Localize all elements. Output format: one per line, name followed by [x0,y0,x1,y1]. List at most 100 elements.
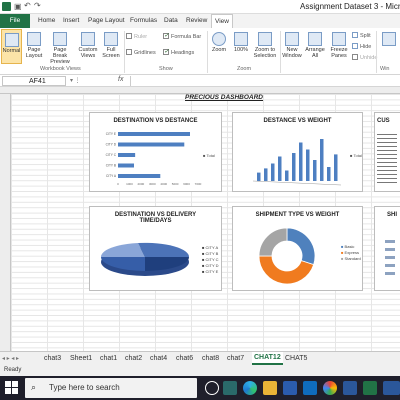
switch-windows-icon[interactable] [382,32,396,46]
task-view-icon[interactable] [223,381,237,395]
legend: ■ Basic ■ Express ■ Standard [341,244,361,262]
sheet-tab[interactable]: chat7 [227,355,244,362]
sheet-tab[interactable]: chat4 [150,355,167,362]
column [264,168,268,181]
headings-checkbox[interactable]: Headings [163,48,195,56]
group-workbook-views: Workbook Views [40,66,81,72]
tab-review[interactable]: Review [186,17,207,24]
chart-title: DESTINATION VS DESTANCE [113,118,198,124]
undo-icon[interactable]: ↶ [24,1,31,10]
chart-distance-weight[interactable]: DESTANCE VS WEIGHT ■ Total [232,112,363,192]
taskbar-search[interactable]: ⌕ Type here to search [25,378,197,398]
unhide-label: Unhide [360,55,378,61]
normal-view-button[interactable]: Normal [1,29,22,64]
file-explorer-icon[interactable] [263,381,277,395]
chart-title: CUS [377,118,390,124]
zoom-100-icon [234,32,248,46]
store-icon[interactable] [283,381,297,395]
zoom-selection-button[interactable]: Zoom to Selection [252,32,278,59]
zoom-selection-icon [258,32,272,46]
category-label: CITY A [106,174,117,178]
chart-destination-delivery[interactable]: DESTINATION VS DELIVERY TIME/DAYS ■ CITY… [89,206,222,291]
tab-file[interactable]: File [0,14,30,28]
tab-formulas[interactable]: Formulas [130,17,157,24]
unhide-button[interactable]: Unhide [352,54,377,61]
cortana-icon[interactable] [205,381,219,395]
sheet-tab[interactable]: chat2 [125,355,142,362]
excel-icon[interactable] [363,381,377,395]
custom-views-button[interactable]: Custom Views [76,32,100,59]
dashboard-title: PRECIOUS DASHBOARD [185,94,264,101]
new-window-button[interactable]: New Window [281,32,303,59]
freeze-panes-button[interactable]: Freeze Panes [327,32,351,59]
status-bar: Ready [0,365,400,376]
windows-start-icon[interactable] [5,381,19,395]
zoom-100-button[interactable]: 100% [231,32,251,53]
split-button[interactable]: Split [352,32,371,39]
redo-icon[interactable]: ↷ [34,1,41,10]
full-screen-button[interactable]: Full Screen [101,32,121,59]
sheet-tab-active[interactable]: CHAT12 [252,352,283,365]
ruler-checkbox[interactable]: Ruler [126,33,147,40]
formula-input[interactable] [130,76,398,86]
sheet-tab[interactable]: chat6 [176,355,193,362]
sheet-tabs: ◂ ▸ ◂ ▸ chat3 Sheet1 chat1 chat2 chat4 c… [0,351,400,365]
tab-view[interactable]: View [211,14,233,29]
category-label: CITY C [106,153,117,157]
ribbon-separator [124,31,125,73]
arrange-all-label: Arrange All [305,47,325,59]
arrange-all-button[interactable]: Arrange All [303,32,327,59]
legend-item: ■ CITY E [202,269,219,274]
tab-data[interactable]: Data [164,17,178,24]
tick-label: 5000 [172,182,179,186]
bar-chart: CITY E CITY D CITY C CITY B CITY A0 1000 2000 3… [106,132,202,186]
chart-customer[interactable]: CUS [374,112,400,192]
headings-label: Headings [171,50,195,56]
row-headers [0,94,11,351]
zoom-button[interactable]: Zoom [210,32,228,53]
gridlines-checkbox[interactable]: Gridlines [126,49,156,56]
word-icon-2[interactable] [383,381,400,395]
3d-pie-chart [100,242,190,276]
normal-label: Normal [2,48,21,54]
page-break-button[interactable]: Page Break Preview [46,32,74,65]
page-layout-icon [27,32,41,46]
tick-label: 2000 [138,182,145,186]
word-icon[interactable] [343,381,357,395]
formula-bar: AF41 ▾ ⋮ fx [0,75,400,87]
legend-label: CITY E [205,269,219,274]
chart-title: SHIPMENT TYPE VS WEIGHT [255,212,340,218]
chart-shipment[interactable]: SHI [374,206,400,291]
legend-label: CITY C [205,257,219,262]
chart-shipment-weight[interactable]: SHIPMENT TYPE VS WEIGHT ■ Basic ■ Expres… [232,206,363,291]
save-icon[interactable]: ▣ [14,2,22,11]
sheet-nav-arrows[interactable]: ◂ ▸ ◂ ▸ [2,355,19,362]
tab-page-layout[interactable]: Page Layout [88,17,125,24]
category-label: CITY D [106,143,117,147]
search-icon: ⌕ [31,382,37,392]
tick-label: 4000 [160,182,167,186]
name-box[interactable]: AF41 [2,76,66,86]
formula-bar-checkbox[interactable]: Formula Bar [163,32,202,40]
custom-views-icon [81,32,95,46]
bar [118,132,190,136]
zoom-100-label: 100% [233,47,249,53]
page-layout-button[interactable]: Page Layout [23,32,45,59]
chrome-icon[interactable] [323,381,337,395]
hide-button[interactable]: Hide [352,43,371,50]
fx-icon[interactable]: fx [118,76,123,83]
formula-bar-label: Formula Bar [171,34,202,40]
sheet-tab[interactable]: CHAT5 [285,355,307,362]
sheet-tab[interactable]: chat1 [100,355,117,362]
chart-destination-distance[interactable]: DESTINATION VS DESTANCE CITY E CITY D CITY… [89,112,222,192]
tab-home[interactable]: Home [38,17,55,24]
chart-title: DESTANCE VS WEIGHT [263,118,332,124]
sheet-tab[interactable]: chat8 [202,355,219,362]
sheet-tab[interactable]: Sheet1 [70,355,92,362]
sheet-tab[interactable]: chat3 [44,355,61,362]
mail-icon[interactable] [303,381,317,395]
tick-label: 1000 [126,182,133,186]
ribbon-tabs: File Home Insert Page Layout Formulas Da… [0,14,400,29]
edge-icon[interactable] [243,381,257,395]
tab-insert[interactable]: Insert [63,17,79,24]
